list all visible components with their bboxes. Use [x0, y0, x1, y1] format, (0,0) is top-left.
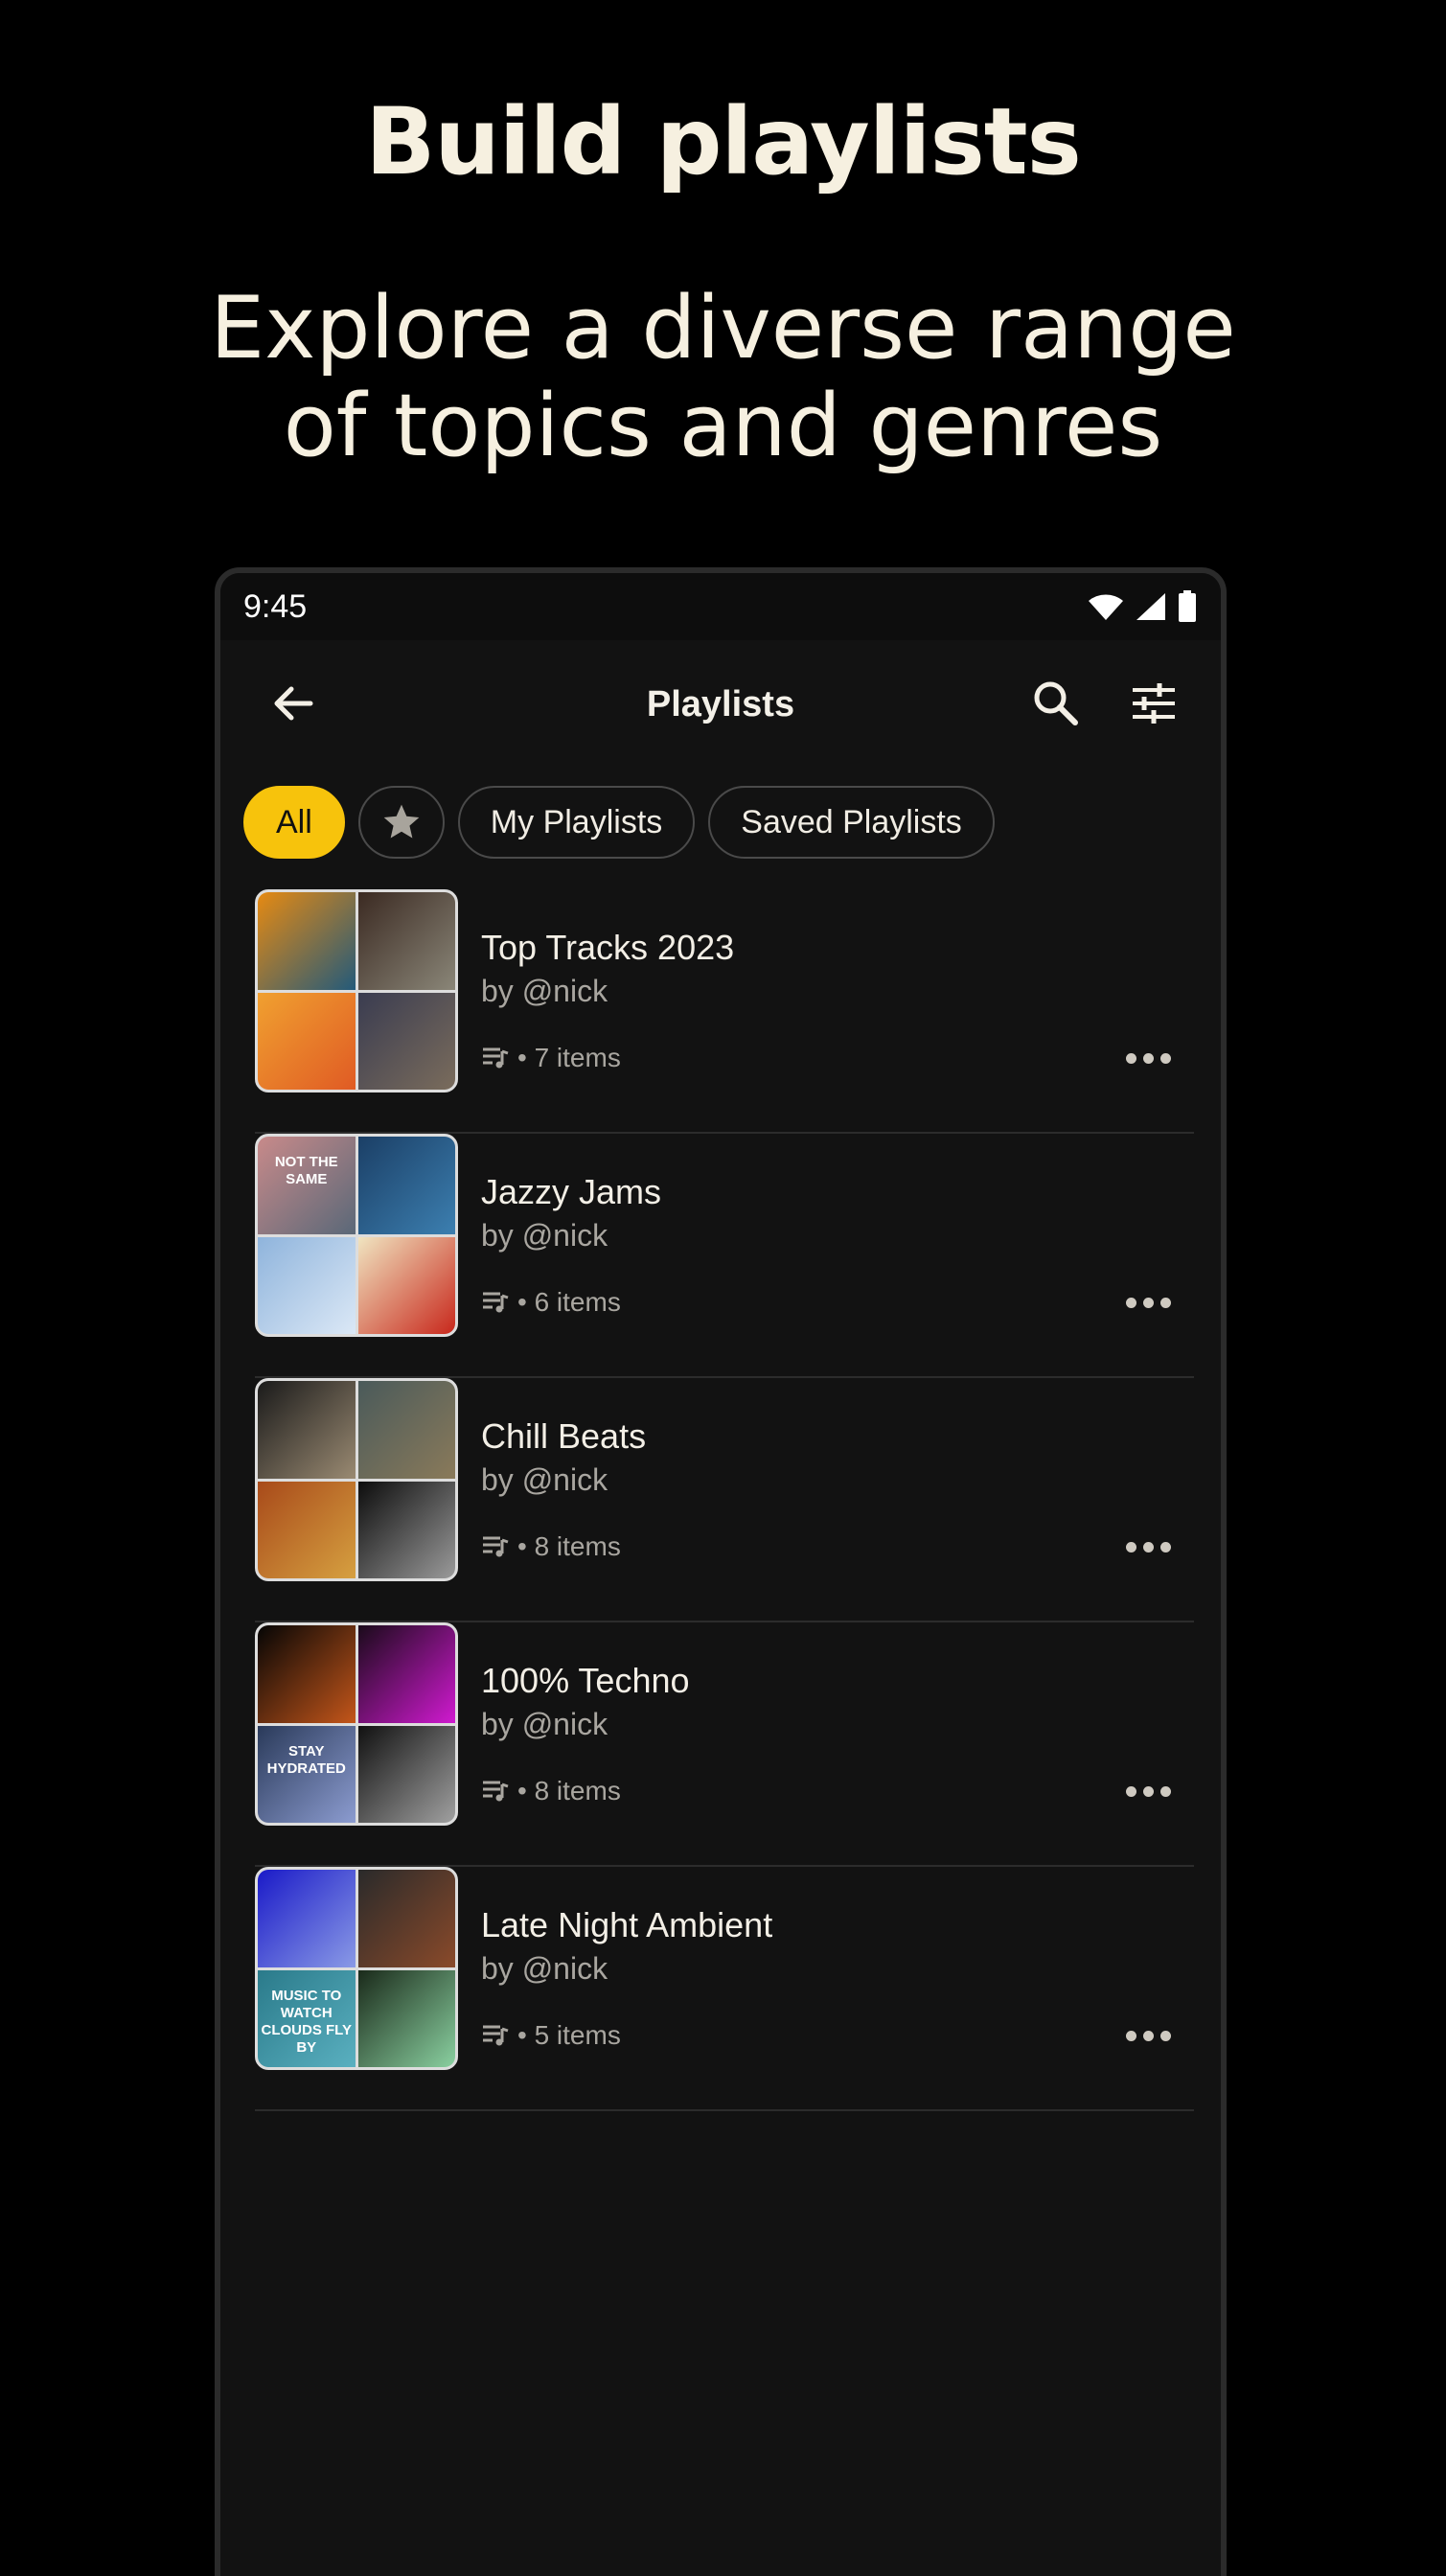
battery-icon [1179, 590, 1196, 622]
more-options-dot [1142, 2030, 1154, 2041]
playlist-meta: • 7 items [481, 1043, 621, 1073]
playlist-cover: STAY HYDRATED [255, 1622, 458, 1826]
cover-tile [357, 1625, 455, 1723]
cover-tile [357, 892, 455, 990]
more-options-dot [1142, 1052, 1154, 1064]
phone-frame: 9:45 Playlists All My Playlists Saved Pl… [215, 567, 1227, 2576]
playlist-author: by @nick [481, 974, 608, 1008]
cover-tile [258, 1381, 356, 1479]
hero-subtitle-line-2: of topics and genres [283, 376, 1163, 476]
more-options-dot [1159, 1785, 1171, 1797]
playlist-row[interactable]: STAY HYDRATED 100% Techno by @nick • 8 item… [255, 1622, 1194, 1867]
playlist-queue-icon [483, 1047, 509, 1069]
playlist-title: 100% Techno [481, 1661, 690, 1700]
playlist-title: Chill Beats [481, 1416, 647, 1456]
search-icon[interactable] [1027, 675, 1085, 732]
chip-all[interactable]: All [243, 786, 345, 859]
chip-my-playlists[interactable]: My Playlists [457, 786, 696, 859]
cover-tile-text: NOT THE SAME [274, 1154, 338, 1187]
cover-tile [357, 1481, 455, 1578]
playlist-list: Top Tracks 2023 by @nick • 7 items NOT THE … [255, 889, 1194, 2111]
cover-tile [357, 1236, 455, 1334]
more-options-icon[interactable] [1117, 1780, 1179, 1803]
cover-tile [258, 1625, 356, 1723]
more-options-icon[interactable] [1117, 2024, 1179, 2047]
playlist-item-count: • 8 items [517, 1531, 621, 1561]
cover-tile [357, 1725, 455, 1823]
chip-saved-playlists[interactable]: Saved Playlists [708, 786, 995, 859]
cover-tile-text: STAY HYDRATED [266, 1742, 346, 1777]
playlist-row[interactable]: MUSIC TO WATCH CLOUDS FLY BY Late Night A… [255, 1867, 1194, 2111]
playlist-row[interactable]: NOT THE SAME Jazzy Jams by @nick • 6 items [255, 1134, 1194, 1378]
playlist-queue-icon [483, 1292, 509, 1313]
more-options-dot [1142, 1785, 1154, 1797]
wifi-icon [1089, 594, 1123, 620]
playlist-queue-icon [483, 2025, 509, 2046]
cover-tile [357, 1137, 455, 1234]
playlist-cover: MUSIC TO WATCH CLOUDS FLY BY [255, 1867, 458, 2070]
status-bar: 9:45 [220, 573, 1221, 640]
cover-tile [357, 1870, 455, 1967]
filter-chips: All My Playlists Saved Playlists [243, 786, 995, 859]
playlist-queue-icon [483, 1781, 509, 1802]
more-options-dot [1159, 2030, 1171, 2041]
chip-starred[interactable] [357, 786, 445, 859]
cover-tile: NOT THE SAME [258, 1137, 356, 1234]
playlist-meta: • 8 items [481, 1776, 621, 1806]
playlist-title: Top Tracks 2023 [481, 928, 735, 967]
hero-title: Build playlists [365, 88, 1081, 196]
more-options-dot [1159, 1297, 1171, 1308]
cover-tile: STAY HYDRATED [258, 1725, 356, 1823]
hero-subtitle-line-1: Explore a diverse range [210, 278, 1236, 379]
playlist-author: by @nick [481, 1218, 608, 1253]
playlist-cover: NOT THE SAME [255, 1134, 458, 1337]
more-options-dot [1159, 1541, 1171, 1552]
status-time: 9:45 [243, 587, 308, 625]
playlist-author: by @nick [481, 1951, 608, 1986]
playlist-queue-icon [483, 1536, 509, 1557]
more-options-dot [1142, 1297, 1154, 1308]
more-options-dot [1125, 1541, 1136, 1552]
playlist-meta: • 5 items [481, 2020, 621, 2051]
playlist-meta: • 6 items [481, 1287, 621, 1318]
playlist-item-count: • 7 items [517, 1043, 621, 1072]
more-options-dot [1125, 1297, 1136, 1308]
playlist-row[interactable]: Chill Beats by @nick • 8 items [255, 1378, 1194, 1622]
cover-tile [357, 1381, 455, 1479]
signal-icon [1136, 593, 1165, 620]
cover-tile [357, 1969, 455, 2067]
more-options-dot [1142, 1541, 1154, 1552]
playlist-author: by @nick [481, 1462, 608, 1497]
cover-tile [357, 992, 455, 1090]
cover-tile-text: MUSIC TO WATCH CLOUDS FLY BY [261, 1987, 352, 2056]
playlist-author: by @nick [481, 1707, 608, 1741]
more-options-icon[interactable] [1117, 1046, 1179, 1070]
playlist-meta: • 8 items [481, 1531, 621, 1562]
filter-sliders-icon[interactable] [1125, 675, 1182, 732]
more-options-dot [1125, 2030, 1136, 2041]
cover-tile: MUSIC TO WATCH CLOUDS FLY BY [258, 1969, 356, 2067]
cover-tile [258, 1870, 356, 1967]
cover-tile [258, 1481, 356, 1578]
cover-tile [258, 1236, 356, 1334]
playlist-item-count: • 5 items [517, 2020, 621, 2050]
more-options-dot [1159, 1052, 1171, 1064]
more-options-icon[interactable] [1117, 1535, 1179, 1558]
playlist-item-count: • 6 items [517, 1287, 621, 1317]
playlist-row[interactable]: Top Tracks 2023 by @nick • 7 items [255, 889, 1194, 1134]
cover-tile [258, 992, 356, 1090]
playlist-title: Late Night Ambient [481, 1905, 773, 1944]
more-options-dot [1125, 1785, 1136, 1797]
playlist-cover [255, 889, 458, 1092]
app-bar: Playlists [220, 640, 1221, 774]
more-options-dot [1125, 1052, 1136, 1064]
star-icon [383, 804, 420, 839]
playlist-item-count: • 8 items [517, 1776, 621, 1806]
more-options-icon[interactable] [1117, 1291, 1179, 1314]
cover-tile [258, 892, 356, 990]
playlist-cover [255, 1378, 458, 1581]
playlist-title: Jazzy Jams [481, 1172, 662, 1211]
hero-subtitle: Explore a diverse range of topics and ge… [144, 280, 1302, 475]
